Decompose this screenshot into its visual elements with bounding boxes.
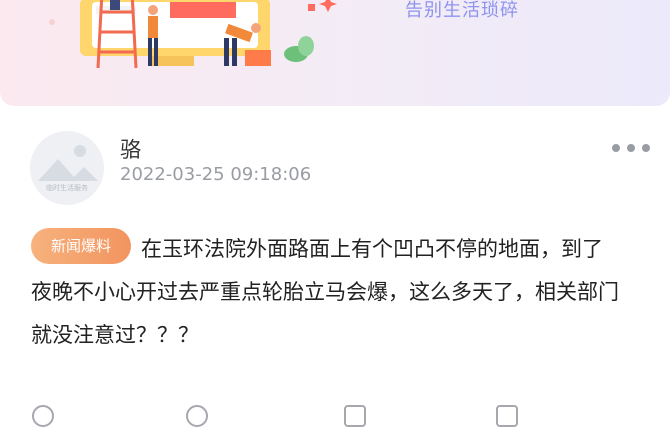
news-tag-badge[interactable]: 新闻爆料 <box>31 228 131 264</box>
avatar-placeholder-icon <box>38 145 98 181</box>
dot-icon <box>627 144 635 152</box>
action-bar <box>0 405 670 427</box>
author-name[interactable]: 骆 <box>120 134 141 164</box>
banner-illustration <box>49 0 337 69</box>
dot-icon <box>642 144 650 152</box>
banner-slogan: 告别生活琐碎 <box>405 0 519 21</box>
more-icon[interactable] <box>612 142 656 154</box>
collect-icon[interactable] <box>344 405 366 427</box>
like-icon[interactable] <box>186 405 208 427</box>
avatar-caption: 临时生活服务 <box>46 184 88 192</box>
dot-icon <box>612 144 620 152</box>
share-icon[interactable] <box>496 405 518 427</box>
comment-icon[interactable] <box>32 405 54 427</box>
top-banner[interactable]: 告别生活琐碎 <box>0 0 670 106</box>
post-timestamp: 2022-03-25 09:18:06 <box>120 164 312 185</box>
avatar[interactable]: 临时生活服务 <box>30 131 104 205</box>
